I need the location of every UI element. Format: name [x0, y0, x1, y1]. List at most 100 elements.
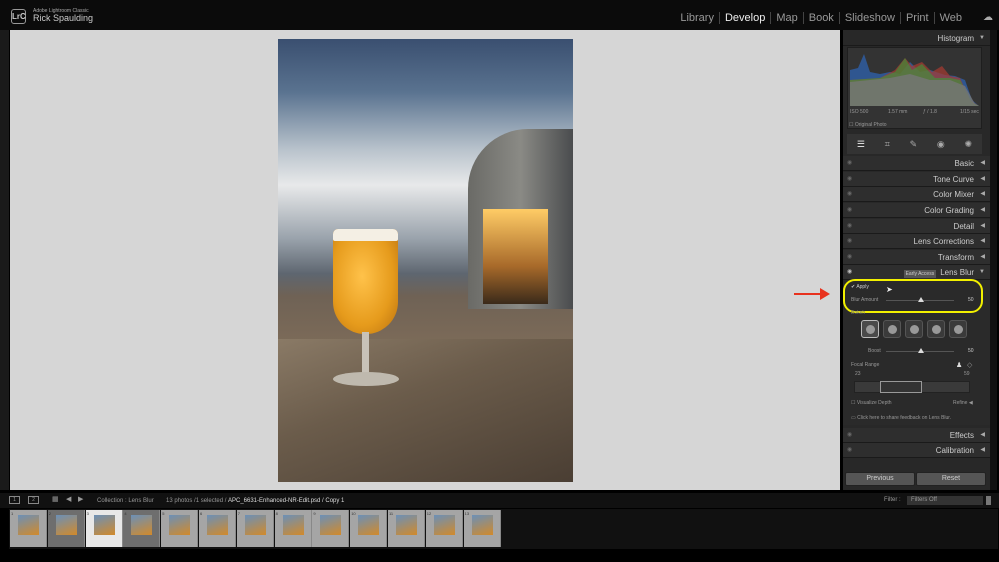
thumb-image	[433, 515, 455, 535]
filmstrip-thumbnail[interactable]: 1	[10, 510, 47, 547]
module-print[interactable]: Print	[899, 12, 934, 24]
module-map[interactable]: Map	[770, 12, 802, 24]
left-panel-collapsed[interactable]	[0, 30, 9, 490]
filmstrip-thumbnail[interactable]: 8	[274, 510, 312, 547]
thumb-image	[207, 515, 228, 535]
photo-preview[interactable]	[278, 39, 573, 482]
panel-calibration[interactable]: ◉ Calibration ◀	[843, 443, 990, 458]
panel-effects[interactable]: ◉ Effects ◀	[843, 428, 990, 443]
thumb-index: 9	[313, 511, 316, 516]
eye-icon[interactable]: ◉	[847, 187, 852, 202]
refine-button[interactable]: Refine ◀	[953, 400, 973, 406]
file-name[interactable]: APC_6631-Enhanced-NR-Edit.psd / Copy 1	[228, 498, 344, 504]
collapse-icon: ▼	[979, 269, 985, 275]
highlight-annotation	[843, 279, 983, 313]
eye-icon[interactable]: ◉	[847, 234, 852, 249]
thumb-image	[358, 515, 380, 535]
point-focus-icon[interactable]: ◇	[967, 361, 972, 369]
original-photo-checkbox[interactable]: ☐ Original Photo	[849, 122, 887, 128]
filter-dropdown[interactable]: Filters Off	[907, 496, 983, 505]
focal-range-selection[interactable]	[880, 381, 922, 393]
thumb-index: 11	[389, 511, 394, 516]
bokeh-bubble-button[interactable]	[883, 320, 901, 338]
thumb-image	[169, 515, 191, 535]
main-window-button[interactable]: 1	[9, 496, 20, 504]
panel-lens-corrections[interactable]: ◉ Lens Corrections ◀	[843, 234, 990, 249]
back-arrow-icon[interactable]: ◀	[66, 495, 71, 503]
photo-count: 13 photos /1 selected /	[166, 498, 227, 504]
filmstrip-thumbnail[interactable]: 5	[161, 510, 199, 547]
eye-icon[interactable]: ◉	[847, 156, 852, 171]
expand-icon: ◀	[980, 447, 985, 453]
panel-lens-blur[interactable]: ◉ Early Access Lens Blur ▼	[843, 265, 990, 280]
boost-knob[interactable]	[918, 348, 924, 353]
filmstrip-thumbnail[interactable]: 7	[236, 510, 274, 547]
filmstrip-thumbnail[interactable]: 10	[350, 510, 388, 547]
eye-icon[interactable]: ◉	[847, 172, 852, 187]
bokeh-cat-eye-button[interactable]	[949, 320, 967, 338]
filmstrip-thumbnail[interactable]: 2	[47, 510, 85, 547]
boost-value[interactable]: 50	[968, 348, 974, 354]
focal-min: 23	[855, 371, 861, 377]
module-web[interactable]: Web	[933, 12, 967, 24]
eye-icon[interactable]: ◉	[847, 219, 852, 234]
mask-icon[interactable]: ✺	[965, 139, 973, 150]
exif-focal: 1.57 mm	[888, 109, 908, 115]
panel-scrollbar[interactable]	[990, 30, 997, 490]
filter-lock-icon[interactable]	[986, 496, 991, 505]
expand-icon: ◀	[980, 254, 985, 260]
second-window-button[interactable]: 2	[28, 496, 39, 504]
sliders-icon[interactable]: ☰	[857, 139, 865, 150]
eye-icon[interactable]: ◉	[847, 250, 852, 265]
visualize-depth-label: Visualize Depth	[856, 400, 892, 406]
panel-transform[interactable]: ◉ Transform ◀	[843, 250, 990, 265]
filmstrip-thumbnail[interactable]: 4	[123, 510, 161, 547]
forward-arrow-icon[interactable]: ▶	[78, 495, 83, 503]
exif-aperture: ƒ / 1.8	[923, 109, 937, 115]
previous-button[interactable]: Previous	[845, 472, 915, 486]
panel-color-mixer[interactable]: ◉ Color Mixer ◀	[843, 187, 990, 202]
subject-focus-icon[interactable]: ♟	[956, 361, 962, 369]
filmstrip-thumbnail[interactable]: 6	[199, 510, 236, 547]
panel-color-grading[interactable]: ◉ Color Grading ◀	[843, 203, 990, 218]
bokeh-blade-button[interactable]	[905, 320, 923, 338]
visualize-depth-checkbox[interactable]: ☐ Visualize Depth	[851, 400, 892, 406]
panel-label: Tone Curve	[933, 175, 974, 184]
module-slideshow[interactable]: Slideshow	[838, 12, 900, 24]
bokeh-circle-button[interactable]	[861, 320, 879, 338]
module-develop[interactable]: Develop	[718, 12, 770, 24]
panel-label: Basic	[954, 159, 974, 168]
filmstrip-thumbnail[interactable]: 12	[425, 510, 463, 547]
tool-strip: ☰ ⌗ ✎ ◉ ✺	[847, 134, 982, 154]
cloud-sync-icon[interactable]: ☁	[983, 12, 993, 23]
filmstrip-thumbnail[interactable]: 13	[463, 510, 501, 547]
panel-tone-curve[interactable]: ◉ Tone Curve ◀	[843, 172, 990, 187]
early-access-badge: Early Access	[903, 270, 937, 278]
eye-icon[interactable]: ◉	[847, 203, 852, 218]
redeye-icon[interactable]: ◉	[937, 139, 945, 150]
filmstrip-thumbnail[interactable]: 11	[388, 510, 425, 547]
grid-icon[interactable]: ▦	[52, 495, 59, 503]
filmstrip-thumbnail[interactable]: 3	[85, 510, 123, 547]
panel-basic[interactable]: ◉ Basic ◀	[843, 156, 990, 171]
photo-base	[333, 372, 399, 386]
panel-detail[interactable]: ◉ Detail ◀	[843, 219, 990, 234]
photo-board	[278, 339, 573, 482]
eye-icon[interactable]: ◉	[847, 265, 852, 280]
reset-button[interactable]: Reset	[916, 472, 986, 486]
panel-label: Color Grading	[924, 206, 974, 215]
eye-icon[interactable]: ◉	[847, 443, 852, 458]
histogram-header[interactable]: Histogram ▼	[843, 31, 990, 46]
collection-label[interactable]: Collection : Lens Blur	[97, 498, 154, 504]
module-book[interactable]: Book	[802, 12, 839, 24]
crop-icon[interactable]: ⌗	[885, 139, 890, 150]
eye-icon[interactable]: ◉	[847, 428, 852, 443]
filmstrip-thumbnail[interactable]: 9	[312, 510, 350, 547]
feedback-link[interactable]: ▭ Click here to share feedback on Lens B…	[851, 415, 951, 421]
expand-icon: ◀	[980, 176, 985, 182]
bokeh-ring-button[interactable]	[927, 320, 945, 338]
module-library[interactable]: Library	[675, 12, 719, 24]
arrow-annotation	[794, 293, 822, 295]
heal-icon[interactable]: ✎	[910, 139, 918, 150]
panel-label: Effects	[949, 431, 974, 440]
